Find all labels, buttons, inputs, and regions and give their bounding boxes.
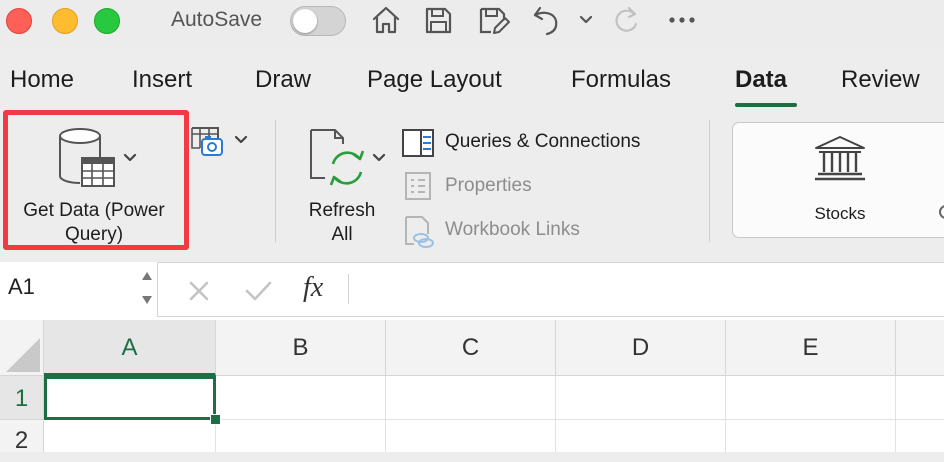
redo-icon[interactable] — [608, 2, 644, 38]
minimize-window-button[interactable] — [52, 8, 78, 34]
cell-c1[interactable] — [386, 376, 556, 420]
formula-bar-divider — [348, 274, 349, 304]
formula-input[interactable] — [356, 263, 944, 316]
tab-review[interactable]: Review — [841, 66, 920, 94]
fill-handle[interactable] — [210, 414, 221, 425]
column-header-b[interactable]: B — [216, 320, 386, 376]
refresh-icon — [310, 129, 365, 186]
name-box-value[interactable]: A1 — [8, 274, 35, 300]
refresh-all-label: Refresh All — [308, 200, 376, 245]
name-box-stepper-icon[interactable] — [140, 268, 154, 308]
undo-icon[interactable] — [530, 2, 566, 38]
row-header-2[interactable]: 2 — [0, 420, 44, 454]
cell-e2[interactable] — [726, 420, 896, 452]
cell-a1-selected[interactable] — [44, 376, 216, 420]
stocks-label: Stocks — [814, 204, 866, 223]
column-header-e[interactable]: E — [726, 320, 896, 376]
geography-label-clipped — [939, 205, 944, 221]
enter-check-icon[interactable] — [243, 278, 273, 304]
column-header-d[interactable]: D — [556, 320, 726, 376]
picture-chevron-down-icon[interactable] — [233, 133, 249, 147]
autosave-toggle[interactable] — [290, 6, 346, 36]
workbook-links-icon — [405, 216, 434, 248]
more-options-icon[interactable] — [668, 14, 696, 26]
undo-dropdown-chevron-icon[interactable] — [578, 13, 594, 27]
properties-icon — [405, 172, 431, 200]
zoom-window-button[interactable] — [94, 8, 120, 34]
properties-button[interactable]: Properties — [445, 174, 532, 198]
highlight-box — [3, 110, 189, 250]
tab-home[interactable]: Home — [10, 66, 74, 94]
cell-a2[interactable] — [44, 420, 216, 452]
ribbon-separator — [275, 120, 276, 242]
cancel-icon[interactable] — [186, 278, 212, 304]
save-icon[interactable] — [420, 2, 456, 38]
column-header-a[interactable]: A — [44, 320, 216, 376]
row-header-1[interactable]: 1 — [0, 376, 44, 420]
cell-b2[interactable] — [216, 420, 386, 452]
data-from-picture-icon[interactable] — [190, 124, 226, 160]
insert-function-button[interactable]: fx — [303, 272, 323, 304]
tab-data[interactable]: Data — [735, 66, 787, 94]
cell-d2[interactable] — [556, 420, 726, 452]
title-bar — [0, 0, 944, 46]
cell-d1[interactable] — [556, 376, 726, 420]
cell-f2[interactable] — [896, 420, 944, 452]
ribbon-separator-2 — [709, 120, 710, 242]
cell-f1[interactable] — [896, 376, 944, 420]
tab-draw[interactable]: Draw — [255, 66, 311, 94]
save-as-icon[interactable] — [474, 2, 510, 38]
tab-page-layout[interactable]: Page Layout — [367, 66, 502, 94]
workbook-links-button[interactable]: Workbook Links — [445, 218, 580, 242]
active-tab-indicator — [735, 103, 797, 107]
column-header-c[interactable]: C — [386, 320, 556, 376]
column-header-f[interactable] — [896, 320, 944, 376]
close-window-button[interactable] — [6, 8, 32, 34]
queries-connections-icon[interactable] — [401, 128, 435, 158]
tab-insert[interactable]: Insert — [132, 66, 192, 94]
tab-formulas[interactable]: Formulas — [571, 66, 671, 94]
queries-connections-button[interactable]: Queries & Connections — [445, 130, 640, 154]
autosave-label: AutoSave — [171, 8, 263, 31]
stocks-bank-icon — [815, 136, 865, 181]
cell-c2[interactable] — [386, 420, 556, 452]
cell-e1[interactable] — [726, 376, 896, 420]
select-all-corner[interactable] — [0, 320, 44, 376]
home-icon[interactable] — [368, 2, 404, 38]
refresh-chevron-down-icon[interactable] — [371, 151, 387, 165]
cell-b1[interactable] — [216, 376, 386, 420]
